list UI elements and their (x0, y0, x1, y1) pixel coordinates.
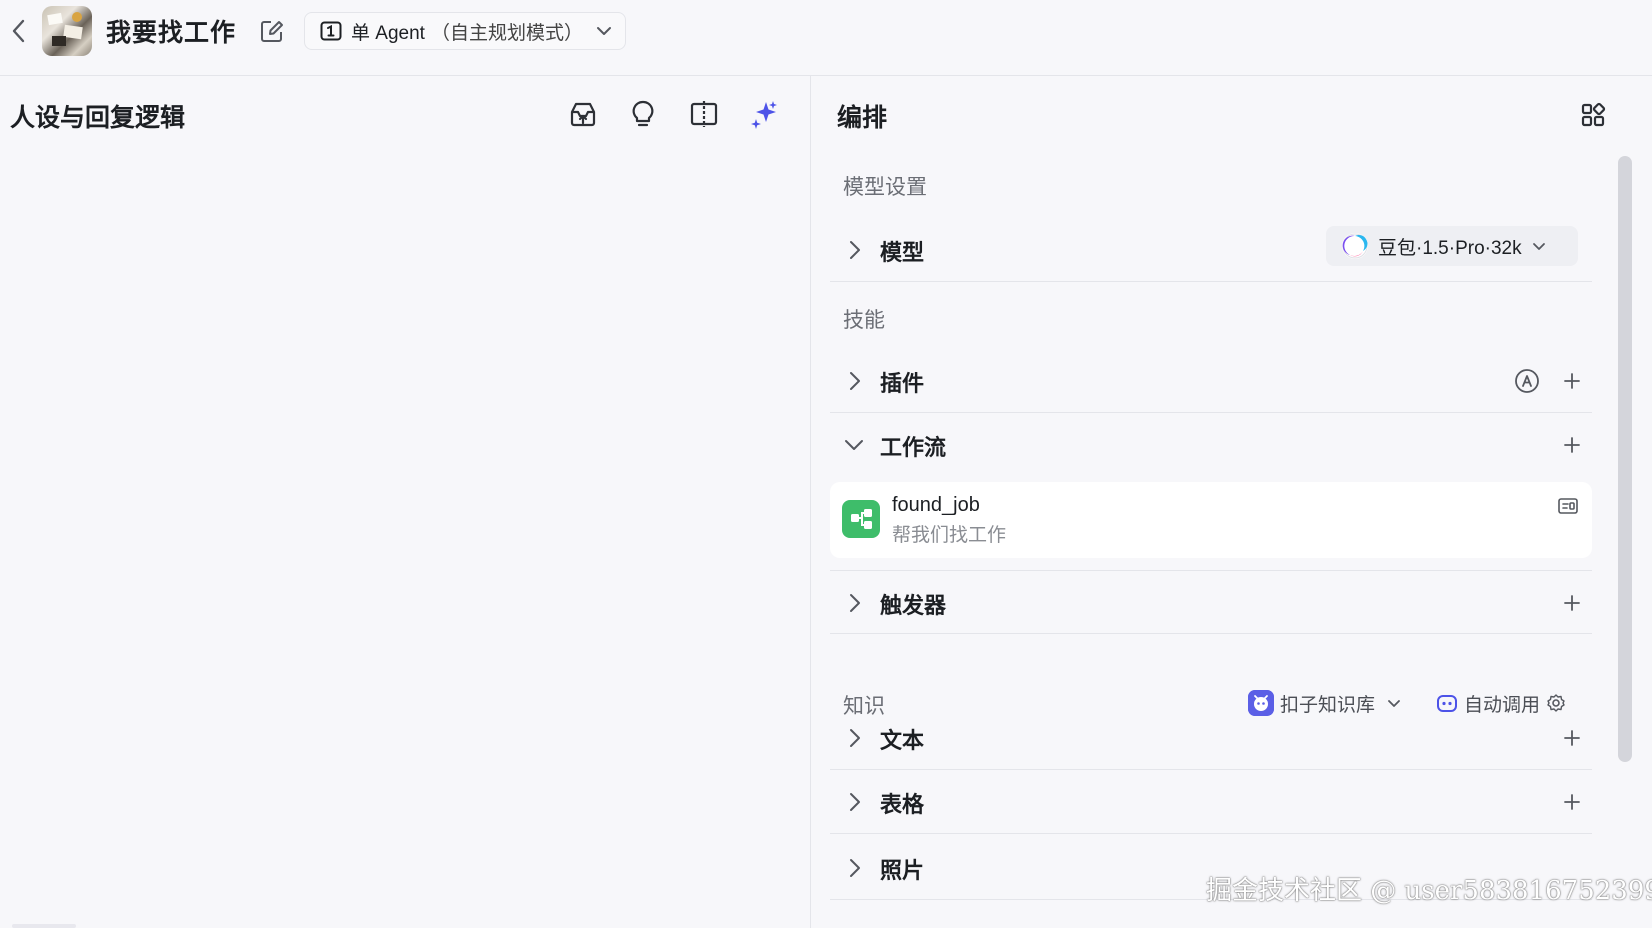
model-row[interactable]: 模型 豆包·1.5·Pro·32k (830, 218, 1592, 282)
agent-mode-select[interactable]: 单 Agent （自主规划模式） (304, 12, 626, 50)
plus-icon (1564, 373, 1580, 389)
plus-icon (1564, 730, 1580, 746)
workflow-settings-button[interactable] (1556, 494, 1580, 518)
model-row-label: 模型 (880, 240, 925, 265)
edit-agent-button[interactable] (259, 18, 285, 44)
persona-scrollbar[interactable] (12, 924, 76, 928)
chevron-right-icon (850, 241, 860, 259)
photo-knowledge-label: 照片 (880, 858, 925, 883)
model-name: 豆包·1.5·Pro·32k (1378, 237, 1522, 259)
orchestration-pane: 编排 模型设置 模型 豆包·1.5·Pro·32k 技能 插件 工作流 foun… (812, 76, 1652, 928)
layout-toggle-button[interactable] (1578, 100, 1608, 130)
prompt-tips-button[interactable] (627, 98, 659, 130)
add-text-knowledge-button[interactable] (1560, 726, 1584, 750)
watermark: 掘金技术社区 @ user5838167523996 (1206, 876, 1652, 906)
compare-view-button[interactable] (688, 98, 720, 130)
settings-card-icon (1558, 498, 1578, 514)
workflow-item-found-job[interactable]: found_job 帮我们找工作 (830, 482, 1592, 558)
sparkle-icon (751, 101, 777, 129)
model-select[interactable]: 豆包·1.5·Pro·32k (1326, 226, 1578, 266)
add-trigger-button[interactable] (1560, 591, 1584, 615)
table-knowledge-label: 表格 (880, 792, 925, 817)
inbox-upload-icon (570, 102, 596, 127)
skills-title: 技能 (843, 309, 885, 332)
workflow-icon (842, 500, 880, 538)
auto-a-icon (1515, 369, 1539, 393)
add-plugin-button[interactable] (1560, 369, 1584, 393)
chevron-down-icon (845, 440, 863, 450)
chevron-right-icon (850, 793, 860, 811)
agent-mode-icon (320, 21, 342, 41)
workflow-description: 帮我们找工作 (892, 525, 1007, 546)
chevron-down-icon (1532, 243, 1545, 250)
auto-add-plugin-button[interactable] (1514, 368, 1540, 394)
orchestration-scrollbar[interactable] (1618, 156, 1632, 762)
doubao-logo-icon (1342, 233, 1368, 259)
model-settings-title: 模型设置 (843, 176, 927, 199)
chevron-down-icon (596, 27, 611, 35)
persona-pane: 人设与回复逻辑 (0, 76, 811, 928)
table-knowledge-row[interactable]: 表格 (830, 770, 1592, 834)
agent-mode-subtitle: （自主规划模式） (430, 22, 583, 44)
workflow-name: found_job (892, 494, 980, 516)
split-view-icon (690, 101, 718, 127)
text-knowledge-label: 文本 (880, 728, 925, 753)
persona-title: 人设与回复逻辑 (10, 104, 186, 132)
text-knowledge-row[interactable]: 文本 (830, 706, 1592, 770)
plugin-row[interactable]: 插件 (830, 349, 1592, 413)
ai-optimize-button[interactable] (748, 98, 780, 130)
agent-avatar[interactable] (42, 6, 92, 56)
back-button[interactable] (6, 16, 32, 46)
chevron-right-icon (850, 729, 860, 747)
plus-icon (1564, 794, 1580, 810)
import-prompt-button[interactable] (567, 98, 599, 130)
lightbulb-icon (632, 100, 654, 127)
chevron-left-icon (12, 19, 25, 43)
chevron-right-icon (850, 372, 860, 390)
add-table-knowledge-button[interactable] (1560, 790, 1584, 814)
trigger-row-label: 触发器 (880, 593, 947, 618)
plus-icon (1564, 437, 1580, 453)
workflow-row[interactable]: 工作流 (830, 413, 1592, 477)
grid-icon (1581, 102, 1606, 127)
trigger-row[interactable]: 触发器 (830, 570, 1592, 634)
top-bar: 我要找工作 单 Agent （自主规划模式） (0, 0, 1652, 76)
add-workflow-button[interactable] (1560, 433, 1584, 457)
plugin-row-label: 插件 (880, 371, 925, 396)
agent-mode-label: 单 Agent (351, 22, 425, 44)
orchestration-title: 编排 (837, 104, 888, 132)
agent-name: 我要找工作 (106, 19, 237, 47)
edit-icon (261, 21, 283, 42)
workflow-row-label: 工作流 (880, 435, 947, 460)
plus-icon (1564, 595, 1580, 611)
chevron-right-icon (850, 594, 860, 612)
chevron-right-icon (850, 859, 860, 877)
